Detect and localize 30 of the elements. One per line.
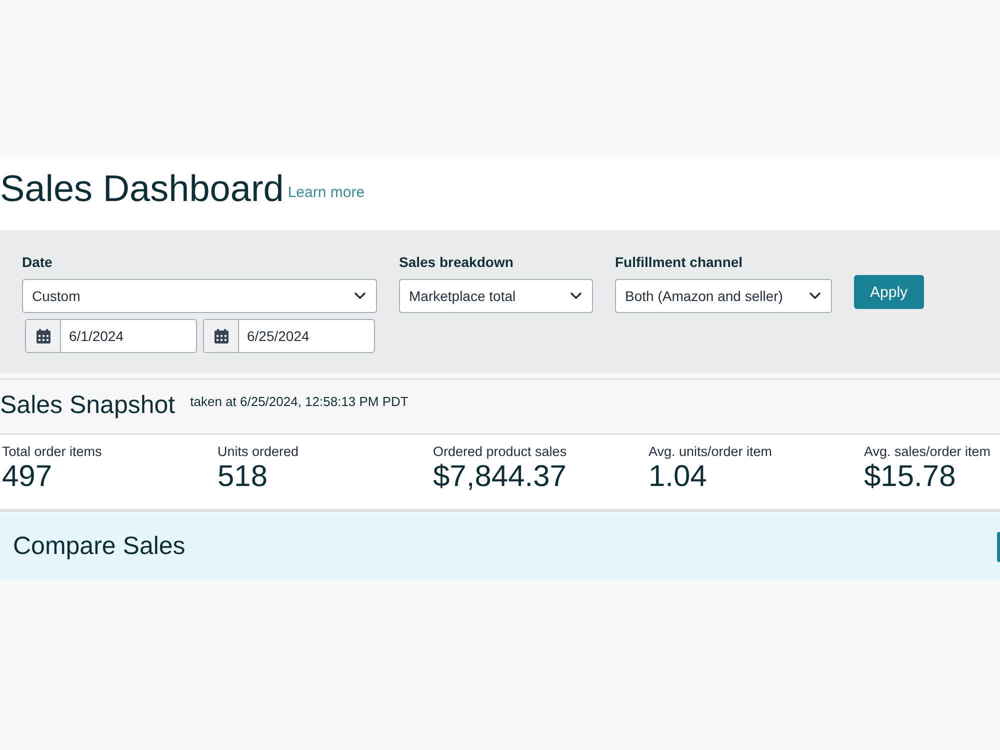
section-title: Sales Snapshot (0, 390, 176, 420)
calendar-icon (214, 328, 228, 344)
apply-button[interactable]: Apply (854, 275, 924, 309)
metric-value: 497 (2, 460, 52, 494)
metric-label: Avg. units/order item (648, 443, 772, 460)
metric-value: 1.04 (648, 460, 707, 494)
metric-label: Units ordered (218, 443, 299, 460)
chevron-down-icon (809, 292, 821, 300)
chevron-down-icon (354, 292, 366, 300)
dropdown[interactable]: Marketplace total (399, 279, 593, 313)
calendar-icon (36, 328, 50, 344)
metric-value: $7,844.37 (433, 460, 566, 494)
end-date-field[interactable]: 6/25/2024 (203, 319, 375, 353)
snapshot-timestamp: taken at 6/25/2024, 12:58:13 PM PDT (190, 394, 408, 409)
field-label: Fulfillment channel (615, 254, 743, 271)
start-date-field[interactable]: 6/1/2024 (25, 319, 197, 353)
partial-button[interactable] (997, 532, 1000, 562)
field-label: Date (22, 254, 52, 271)
dropdown[interactable]: Both (Amazon and seller) (615, 279, 832, 313)
learn-more-link[interactable]: Learn more (288, 183, 365, 203)
metric-label: Avg. sales/order item (864, 443, 991, 460)
chevron-down-icon (570, 292, 582, 300)
metric-value: $15.78 (864, 460, 956, 494)
field-label: Sales breakdown (399, 254, 514, 271)
section-title: Compare Sales (13, 532, 186, 561)
page-title: Sales Dashboard (0, 167, 284, 211)
metric-label: Total order items (2, 443, 102, 460)
metric-value: 518 (218, 460, 268, 494)
metric-label: Ordered product sales (433, 443, 567, 460)
date-range-dropdown[interactable]: Custom (22, 279, 377, 313)
